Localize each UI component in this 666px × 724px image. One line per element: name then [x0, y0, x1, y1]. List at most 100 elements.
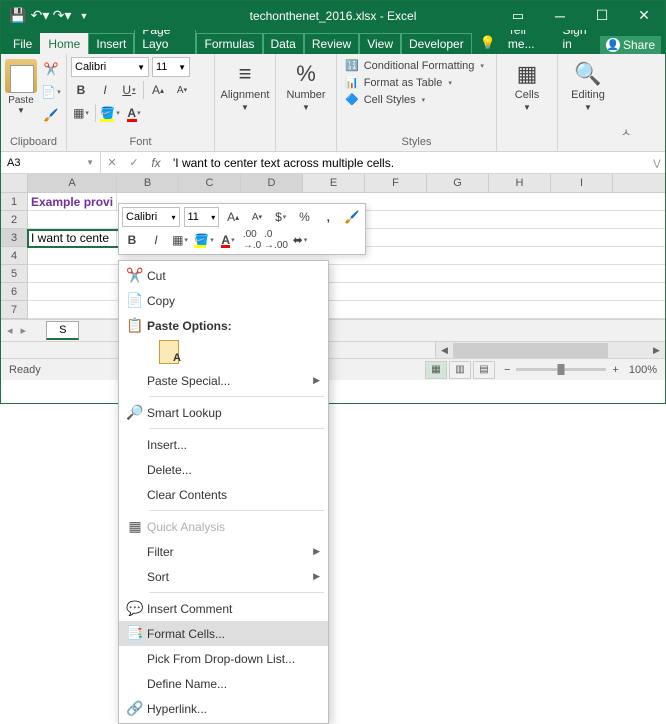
row-header-6[interactable]: 6 [1, 283, 27, 301]
col-header-e[interactable]: E [303, 174, 365, 192]
redo-icon[interactable]: ↷▾ [53, 7, 71, 25]
zoom-out-button[interactable]: − [504, 364, 510, 376]
zoom-in-button[interactable]: + [612, 364, 618, 376]
undo-icon[interactable]: ↶▾ [31, 7, 49, 25]
cancel-formula-icon[interactable]: ✕ [101, 152, 123, 173]
italic-button[interactable]: I [95, 80, 115, 100]
mini-borders[interactable]: ▦▾ [170, 230, 190, 250]
scroll-left-icon[interactable]: ◀ [436, 342, 453, 359]
ctx-define-name[interactable]: Define Name... [119, 671, 328, 696]
share-button[interactable]: 👤 Share [600, 36, 661, 54]
tab-review[interactable]: Review [304, 33, 359, 54]
row-header-5[interactable]: 5 [1, 265, 27, 283]
underline-button[interactable]: U▾ [119, 80, 139, 100]
mini-fill-color[interactable]: 🪣▾ [194, 230, 214, 250]
bold-button[interactable]: B [71, 80, 91, 100]
tab-view[interactable]: View [359, 33, 401, 54]
minimize-button[interactable]: ─ [539, 1, 581, 30]
mini-grow-font[interactable]: A▴ [223, 207, 243, 227]
tab-home[interactable]: Home [40, 33, 88, 54]
number-button[interactable]: % Number ▼ [280, 57, 332, 112]
page-break-view-button[interactable]: ▤ [473, 361, 495, 379]
conditional-formatting-button[interactable]: 🔢Conditional Formatting▾ [345, 59, 488, 72]
paste-dropdown-icon[interactable]: ▼ [17, 106, 25, 115]
mini-format-painter-icon[interactable]: 🖌️ [342, 207, 362, 227]
tab-developer[interactable]: Developer [401, 33, 472, 54]
clipboard-icon[interactable] [5, 59, 37, 93]
mini-decrease-decimal[interactable]: .0→.00 [266, 230, 286, 250]
row-header-7[interactable]: 7 [1, 301, 27, 319]
cut-icon[interactable]: ✂️ [41, 59, 61, 79]
fill-color-button[interactable]: 🪣▾ [100, 103, 120, 123]
mini-bold[interactable]: B [122, 230, 142, 250]
prev-sheet-icon[interactable]: ◂ [7, 324, 13, 337]
cells-button[interactable]: ▦ Cells ▼ [501, 57, 553, 112]
mini-percent[interactable]: % [295, 207, 315, 227]
scroll-thumb[interactable] [453, 343, 608, 358]
paste-option-keep-source[interactable] [159, 340, 179, 364]
qat-customize-icon[interactable]: ▼ [75, 7, 93, 25]
alignment-button[interactable]: ≡ Alignment ▼ [219, 57, 271, 112]
page-layout-view-button[interactable]: ▥ [449, 361, 471, 379]
col-header-c[interactable]: C [179, 174, 241, 192]
mini-comma[interactable]: , [318, 207, 338, 227]
close-button[interactable]: ✕ [623, 1, 665, 30]
formula-input[interactable] [167, 152, 649, 173]
zoom-slider[interactable] [516, 368, 606, 371]
mini-size-combo[interactable]: 11▾ [184, 207, 220, 227]
ctx-insert[interactable]: Insert... [119, 432, 328, 457]
font-color-button[interactable]: A▾ [124, 103, 144, 123]
name-box[interactable]: A3▼ [1, 152, 101, 173]
ctx-filter[interactable]: Filter▶ [119, 539, 328, 564]
row-header-4[interactable]: 4 [1, 247, 27, 265]
tab-data[interactable]: Data [263, 33, 304, 54]
row-header-3[interactable]: 3 [1, 229, 27, 247]
col-header-f[interactable]: F [365, 174, 427, 192]
expand-formula-icon[interactable]: ⋁ [649, 152, 665, 173]
mini-merge-center[interactable]: ⬌▾ [290, 230, 310, 250]
maximize-button[interactable]: ☐ [581, 1, 623, 30]
tab-formulas[interactable]: Formulas [196, 33, 262, 54]
mini-currency[interactable]: $▾ [271, 207, 291, 227]
font-name-combo[interactable]: Calibri▼ [71, 57, 149, 77]
ctx-paste-special[interactable]: Paste Special...▶ [119, 368, 328, 393]
fx-icon[interactable]: fx [145, 152, 167, 173]
col-header-g[interactable]: G [427, 174, 489, 192]
mini-font-color[interactable]: A▾ [218, 230, 238, 250]
format-as-table-button[interactable]: 📊Format as Table▾ [345, 76, 488, 89]
cell-styles-button[interactable]: 🔷Cell Styles▾ [345, 93, 488, 106]
col-header-d[interactable]: D [241, 174, 303, 192]
ctx-clear-contents[interactable]: Clear Contents [119, 482, 328, 507]
row-header-1[interactable]: 1 [1, 193, 27, 211]
tab-file[interactable]: File [5, 33, 40, 54]
ctx-insert-comment[interactable]: 💬Insert Comment [119, 596, 328, 621]
scroll-right-icon[interactable]: ▶ [648, 342, 665, 359]
enter-formula-icon[interactable]: ✓ [123, 152, 145, 173]
mini-increase-decimal[interactable]: .00→.0 [242, 230, 262, 250]
ctx-pick-from-list[interactable]: Pick From Drop-down List... [119, 646, 328, 671]
cell-a3[interactable]: I want to cente [28, 229, 117, 246]
ribbon-options-icon[interactable]: ▭ [497, 1, 539, 30]
tab-insert[interactable]: Insert [88, 33, 134, 54]
font-size-combo[interactable]: 11▼ [152, 57, 190, 77]
row-header-2[interactable]: 2 [1, 211, 27, 229]
cell-a1[interactable]: Example provi [28, 193, 117, 210]
ctx-cut[interactable]: ✂️Cut [119, 263, 328, 288]
copy-icon[interactable]: 📄▾ [41, 82, 61, 102]
grow-font-button[interactable]: A▴ [148, 80, 168, 100]
col-header-a[interactable]: A [28, 174, 117, 192]
paste-button[interactable]: Paste [8, 95, 34, 106]
ctx-copy[interactable]: 📄Copy [119, 288, 328, 313]
horizontal-scrollbar[interactable]: ◀ ▶ [1, 341, 665, 358]
ctx-format-cells[interactable]: 📑Format Cells... [119, 621, 328, 646]
mini-italic[interactable]: I [146, 230, 166, 250]
ctx-hyperlink[interactable]: 🔗Hyperlink... [119, 696, 328, 721]
borders-button[interactable]: ▦▾ [71, 103, 91, 123]
select-all-corner[interactable] [1, 174, 28, 192]
normal-view-button[interactable]: ▦ [425, 361, 447, 379]
editing-button[interactable]: 🔍 Editing ▼ [562, 57, 614, 112]
save-icon[interactable]: 💾 [9, 7, 27, 25]
ctx-delete[interactable]: Delete... [119, 457, 328, 482]
ctx-smart-lookup[interactable]: 🔎Smart Lookup [119, 400, 328, 425]
col-header-b[interactable]: B [117, 174, 179, 192]
